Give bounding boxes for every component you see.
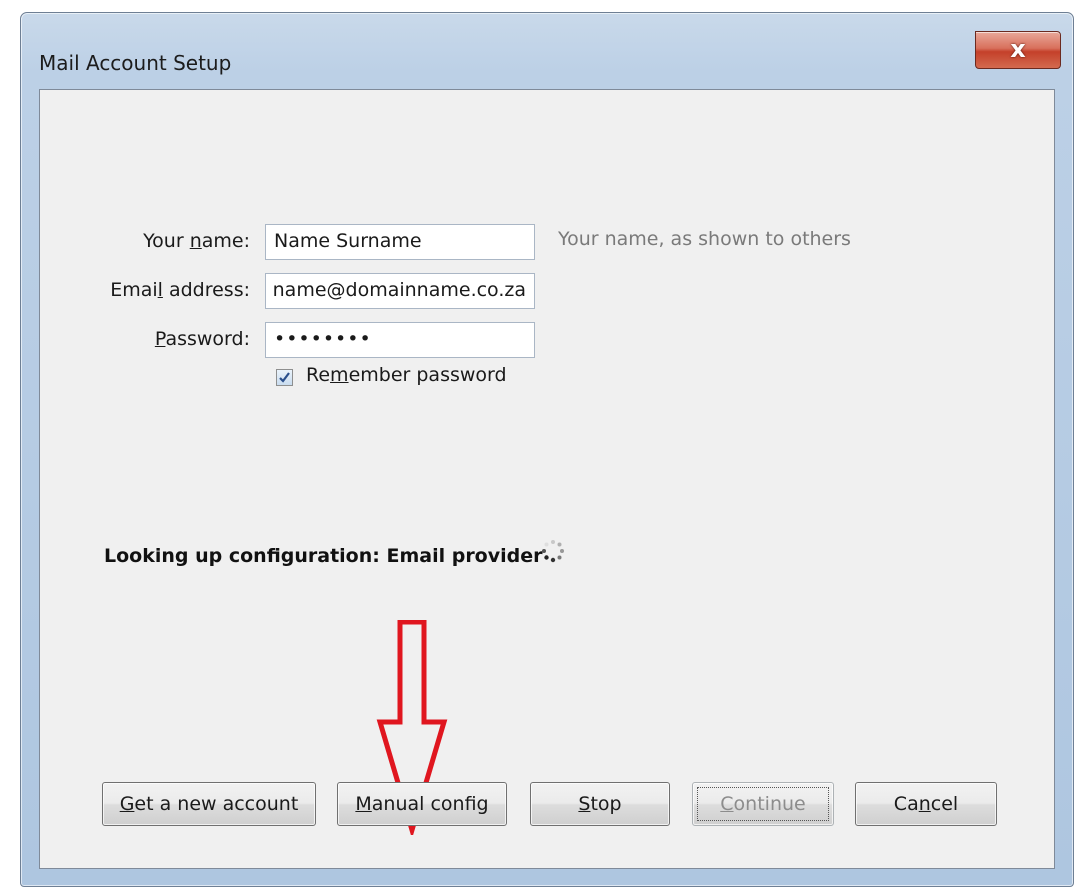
your-name-hint: Your name, as shown to others [558,228,851,250]
stop-key: S [578,793,591,815]
checkmark-icon [279,372,290,383]
continue-button[interactable]: Continue [692,782,834,826]
password-label-post: assword: [165,328,250,350]
cancel-rest: cel [930,793,959,815]
close-button[interactable]: x [975,31,1061,69]
dialog-content: Your name: Name Surname Your name, as sh… [39,89,1055,869]
get-new-account-key: G [119,793,135,815]
email-label-pre: Emai [110,279,158,301]
password-label-key: P [154,328,166,350]
mail-account-setup-window: Mail Account Setup x Your name: Name Sur… [20,12,1074,887]
manual-config-rest: anual config [371,793,489,815]
email-label-post: address: [162,279,250,301]
your-name-label-pre: Your [143,230,190,252]
password-label: Password: [40,328,250,350]
manual-config-key: M [355,793,372,815]
continue-focus-ring [697,787,829,821]
title-bar[interactable]: Mail Account Setup x [21,13,1073,83]
manual-config-button[interactable]: Manual config [337,782,507,826]
your-name-label-key: n [189,230,202,252]
your-name-label: Your name: [40,230,250,252]
cancel-button[interactable]: Cancel [855,782,997,826]
password-input[interactable]: •••••••• [265,322,535,358]
close-icon: x [1010,35,1026,63]
status-text: Looking up configuration: Email provider [104,545,543,567]
remember-label-key: m [330,364,349,386]
your-name-label-post: ame: [201,230,250,252]
your-name-input[interactable]: Name Surname [265,224,535,260]
stop-rest: top [590,793,622,815]
remember-label-post: ember password [348,364,507,386]
get-new-account-button[interactable]: Get a new account [102,782,316,826]
remember-label-pre: Re [306,364,331,386]
stop-button[interactable]: Stop [530,782,670,826]
remember-password-label[interactable]: Remember password [306,364,507,386]
remember-password-checkbox[interactable] [276,369,293,386]
window-title: Mail Account Setup [39,51,232,75]
email-address-value: name@domainname.co.za [272,279,526,301]
cancel-pre: Ca [893,793,919,815]
email-address-label: Email address: [40,279,250,301]
cancel-key: n [918,793,931,815]
loading-spinner-icon [542,540,564,563]
password-masked-value: •••••••• [274,328,372,350]
email-address-input[interactable]: name@domainname.co.za [265,273,535,309]
get-new-account-rest: et a new account [134,793,299,815]
